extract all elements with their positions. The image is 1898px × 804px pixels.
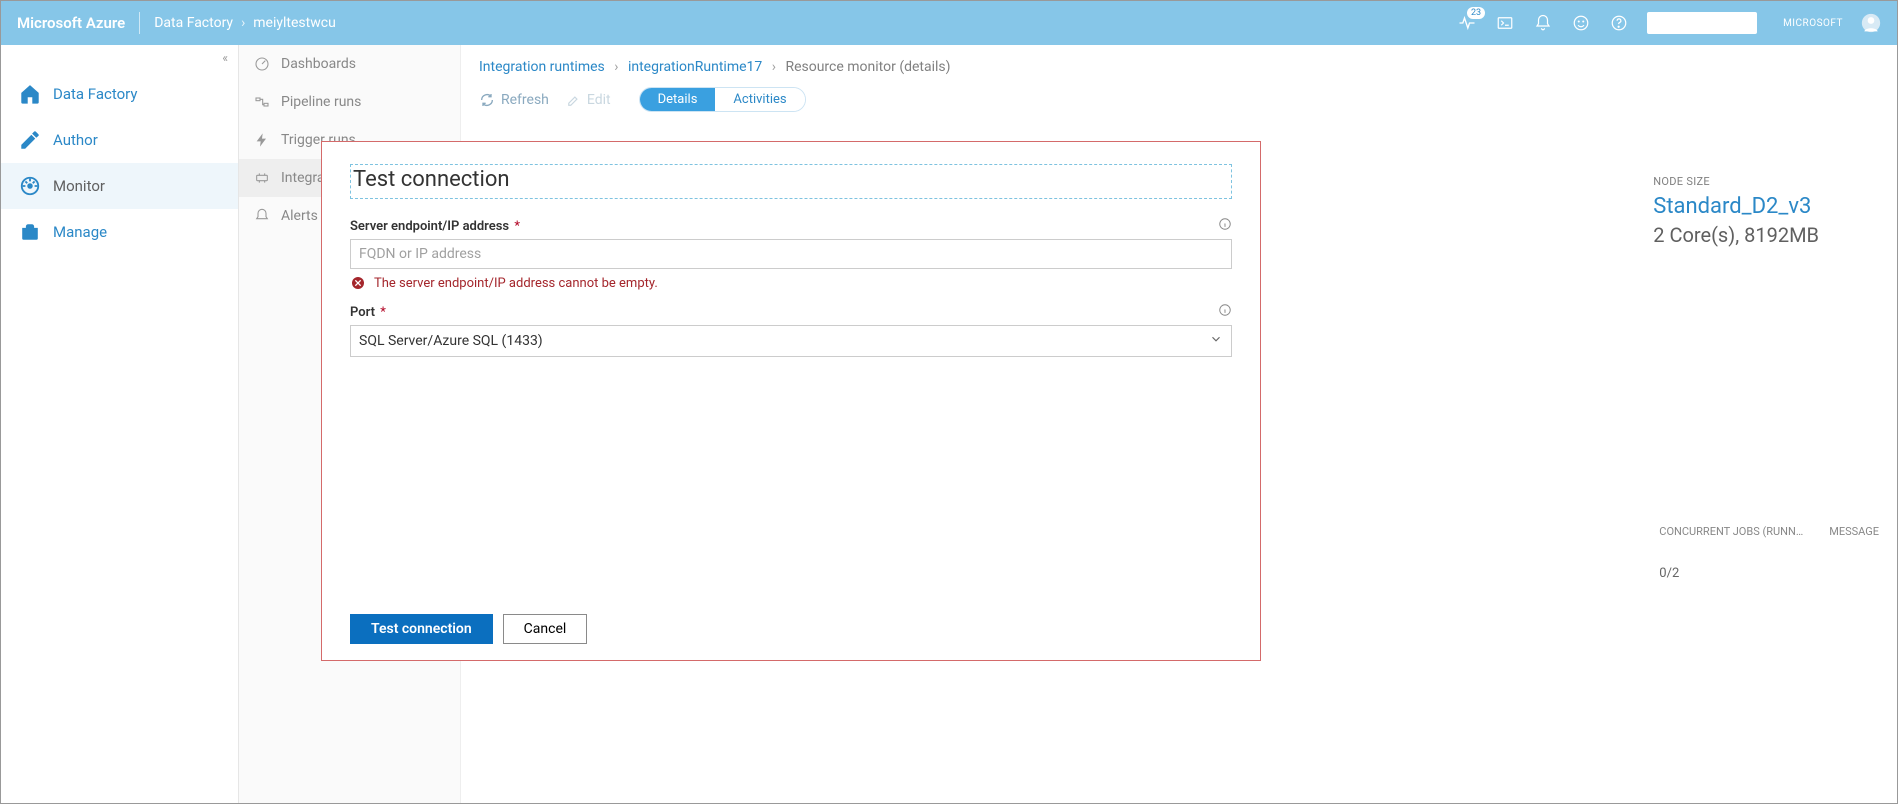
required-asterisk: * [380,305,386,320]
node-size-label: NODE SIZE [1653,175,1819,188]
server-endpoint-input[interactable] [350,239,1232,269]
tab-activities[interactable]: Activities [715,88,804,111]
cancel-button[interactable]: Cancel [503,614,588,644]
sidebar-item-label: Monitor [53,177,105,195]
subnav-label: Dashboards [281,56,356,72]
port-select[interactable]: SQL Server/Azure SQL (1433) [350,325,1232,357]
pencil-icon [19,129,41,151]
notification-badge: 23 [1467,7,1485,19]
content-toolbar: Refresh Edit Details Activities [461,81,1897,122]
sidebar-item-data-factory[interactable]: Data Factory [1,71,238,117]
info-icon[interactable] [1218,217,1232,235]
header-breadcrumb: Data Factory › meiyltestwcu [140,15,336,31]
header-right-icons: 23 MICROSOFT [1457,12,1881,34]
sidebar-item-label: Author [53,131,98,149]
jobs-table: CONCURRENT JOBS (RUNN… MESSAGE 0/2 [1659,525,1879,581]
required-asterisk: * [514,219,520,234]
node-size-spec: 2 Core(s), 8192MB [1653,223,1819,247]
console-icon[interactable] [1495,13,1515,33]
top-header: Microsoft Azure Data Factory › meiyltest… [1,1,1897,45]
test-connection-dialog: Test connection Server endpoint/IP addre… [321,141,1261,661]
crumb-runtime[interactable]: integrationRuntime17 [628,59,762,75]
refresh-button[interactable]: Refresh [479,92,549,108]
avatar-icon[interactable] [1861,13,1881,33]
node-size-value: Standard_D2_v3 [1653,194,1819,219]
chevron-down-icon [1209,332,1223,350]
home-icon [19,83,41,105]
info-icon[interactable] [1218,303,1232,321]
error-text: The server endpoint/IP address cannot be… [374,276,658,291]
subnav-item-pipeline-runs[interactable]: Pipeline runs [239,83,460,121]
diagnostics-icon[interactable]: 23 [1457,13,1477,33]
account-name-masked[interactable] [1647,12,1757,34]
server-endpoint-label: Server endpoint/IP address [350,219,509,234]
crumb-root[interactable]: Integration runtimes [479,59,605,75]
row-concurrent-value: 0/2 [1659,538,1879,581]
node-size-card: NODE SIZE Standard_D2_v3 2 Core(s), 8192… [1633,159,1839,263]
test-connection-button[interactable]: Test connection [350,614,493,644]
dialog-footer: Test connection Cancel [350,614,1232,644]
sidebar-item-author[interactable]: Author [1,117,238,163]
sidebar-item-label: Data Factory [53,85,137,103]
sidebar-item-label: Manage [53,223,107,241]
gauge-icon [19,175,41,197]
sidebar-item-monitor[interactable]: Monitor [1,163,238,209]
port-field-group: Port * SQL Server/Azure SQL (1433) [350,303,1232,357]
subnav-item-dashboards[interactable]: Dashboards [239,45,460,83]
chevron-right-icon: › [241,15,245,31]
server-endpoint-field-group: Server endpoint/IP address * The server … [350,217,1232,291]
edit-label: Edit [587,92,611,108]
col-concurrent: CONCURRENT JOBS (RUNN… [1659,525,1803,538]
dashboard-icon [253,55,271,73]
bell-icon[interactable] [1533,13,1553,33]
col-message: MESSAGE [1829,525,1879,538]
chevron-right-icon: › [608,59,624,75]
pipeline-icon [253,93,271,111]
breadcrumb-resource[interactable]: meiyltestwcu [253,15,336,31]
tab-details[interactable]: Details [640,88,716,111]
sidebar-item-manage[interactable]: Manage [1,209,238,255]
edit-button[interactable]: Edit [567,92,611,108]
port-label: Port [350,305,375,320]
dialog-title: Test connection [350,164,1232,199]
collapse-sidebar-icon[interactable]: « [1,45,238,71]
breadcrumb-service[interactable]: Data Factory [154,15,233,31]
integration-icon [253,169,271,187]
primary-sidebar: « Data Factory Author Monitor Manage [1,45,239,803]
toolbox-icon [19,221,41,243]
port-selected-value: SQL Server/Azure SQL (1433) [359,333,543,349]
account-org: MICROSOFT [1783,18,1843,29]
crumb-page: Resource monitor (details) [785,59,950,75]
help-icon[interactable] [1609,13,1629,33]
bolt-icon [253,131,271,149]
bell-outline-icon [253,207,271,225]
refresh-label: Refresh [501,92,549,108]
view-tab-group: Details Activities [639,87,806,112]
error-icon [350,275,366,291]
subnav-label: Pipeline runs [281,94,361,110]
brand-label[interactable]: Microsoft Azure [17,12,140,34]
chevron-right-icon: › [766,59,782,75]
smiley-icon[interactable] [1571,13,1591,33]
content-breadcrumb: Integration runtimes › integrationRuntim… [461,45,1897,81]
server-endpoint-error: The server endpoint/IP address cannot be… [350,275,1232,291]
